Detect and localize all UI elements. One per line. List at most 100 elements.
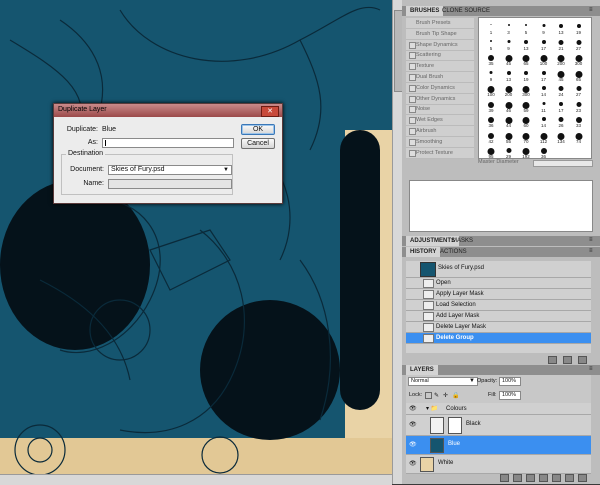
brush-preset[interactable]: 65	[571, 67, 587, 83]
lock-position-icon[interactable]: ✛	[443, 392, 448, 399]
brush-preset[interactable]: 17	[536, 36, 552, 52]
brush-preset[interactable]: 24	[553, 82, 569, 98]
eye-icon[interactable]: 👁	[409, 441, 417, 448]
checkbox[interactable]	[409, 117, 416, 125]
brush-preset[interactable]: 200	[501, 82, 517, 98]
brush-preset[interactable]: 300	[571, 51, 587, 67]
brush-preset[interactable]: 36	[536, 144, 552, 160]
brush-preset[interactable]: 74	[571, 129, 587, 145]
brush-preset[interactable]: 200	[553, 51, 569, 67]
eye-icon[interactable]: 👁	[409, 421, 417, 428]
tab-actions[interactable]: ACTIONS	[436, 247, 471, 257]
panel-menu-icon[interactable]: ≡	[589, 248, 597, 255]
brush-preset[interactable]: 9	[501, 36, 517, 52]
brush-preset[interactable]: 27	[571, 36, 587, 52]
layer-mask-thumbnail[interactable]	[448, 417, 462, 434]
tab-masks[interactable]: MASKS	[448, 236, 477, 246]
brush-preset[interactable]: 55	[501, 129, 517, 145]
layer-row[interactable]: 👁 Black	[406, 415, 591, 436]
checkbox[interactable]	[409, 52, 416, 60]
brush-preset[interactable]: 35	[483, 51, 499, 67]
brush-preset[interactable]: 11	[536, 98, 552, 114]
layer-style-icon[interactable]	[513, 474, 522, 482]
brush-option[interactable]: Other Dynamics	[406, 94, 474, 105]
history-snapshot[interactable]: Skies of Fury.psd	[406, 261, 591, 278]
checkbox[interactable]	[409, 41, 416, 49]
trash-icon[interactable]	[578, 356, 587, 364]
brush-preset[interactable]: 5	[518, 20, 534, 36]
camera-icon[interactable]	[563, 356, 572, 364]
adjustment-layer-icon[interactable]	[539, 474, 548, 482]
layer-row[interactable]: 👁 White	[406, 455, 591, 474]
checkbox[interactable]	[409, 63, 416, 71]
eye-icon[interactable]: 👁	[409, 405, 417, 412]
dialog-titlebar[interactable]: Duplicate Layer ✕	[54, 104, 282, 117]
brush-option[interactable]: Scattering	[406, 50, 474, 62]
brush-preset[interactable]: 36	[483, 113, 499, 129]
tab-clone-source[interactable]: CLONE SOURCE	[438, 6, 494, 16]
brush-preset[interactable]: 29	[501, 144, 517, 160]
history-item[interactable]: Delete Group	[406, 333, 591, 344]
close-icon[interactable]: ✕	[261, 106, 279, 117]
brush-preset[interactable]: 59	[518, 98, 534, 114]
history-item[interactable]: Add Layer Mask	[406, 311, 591, 322]
brush-option[interactable]: Dual Brush	[406, 72, 474, 83]
brush-preset[interactable]: 46	[501, 98, 517, 114]
panel-menu-icon[interactable]: ≡	[589, 366, 597, 373]
panel-menu-icon[interactable]: ≡	[589, 237, 597, 244]
brush-presets-grid[interactable]: 1 3 5 9 13 19 5 9 13 17 21 27 35 45 65 100 200 300 9 13 19 17…	[478, 17, 592, 159]
brush-preset[interactable]: 100	[536, 51, 552, 67]
brush-preset[interactable]: 19	[571, 20, 587, 36]
brush-preset[interactable]: 192	[518, 144, 534, 160]
lock-pixels-icon[interactable]: ✎	[434, 392, 439, 399]
master-diameter-slider[interactable]	[533, 160, 593, 167]
eye-icon[interactable]: 👁	[409, 460, 417, 467]
brush-preset[interactable]: 27	[571, 82, 587, 98]
checkbox[interactable]	[409, 84, 416, 92]
brush-preset[interactable]: 26	[553, 113, 569, 129]
document-canvas[interactable]	[0, 0, 402, 484]
lock-transparency-icon[interactable]	[425, 392, 432, 399]
brush-preset[interactable]: 5	[483, 36, 499, 52]
brush-preset[interactable]: 300	[518, 82, 534, 98]
checkbox[interactable]	[409, 95, 416, 103]
fill-input[interactable]: 100%	[499, 391, 521, 400]
brush-option[interactable]: Smoothing	[406, 137, 474, 148]
layer-group-row[interactable]: 👁 ▾ 📁 Colours	[406, 403, 591, 415]
document-select[interactable]: Skies of Fury.psd ▼	[108, 165, 232, 175]
opacity-input[interactable]: 100%	[499, 377, 521, 386]
panel-menu-icon[interactable]: ≡	[589, 7, 597, 14]
brush-preset[interactable]: 44	[501, 113, 517, 129]
brush-option[interactable]: Color Dynamics	[406, 83, 474, 94]
brush-option[interactable]: Airbrush	[406, 126, 474, 137]
brush-preset[interactable]: 17	[553, 98, 569, 114]
brush-preset[interactable]: 134	[553, 129, 569, 145]
checkbox[interactable]	[409, 128, 416, 135]
new-layer-icon[interactable]	[565, 474, 574, 482]
brush-preset[interactable]: 39	[483, 98, 499, 114]
checkbox[interactable]	[409, 74, 416, 81]
brush-preset[interactable]: 1	[483, 20, 499, 36]
new-document-from-state-icon[interactable]	[548, 356, 557, 364]
brush-preset[interactable]: 60	[518, 113, 534, 129]
brush-option[interactable]: Noise	[406, 104, 474, 116]
history-item[interactable]: Apply Layer Mask	[406, 289, 591, 300]
history-item[interactable]: Load Selection	[406, 300, 591, 311]
brush-option[interactable]: Brush Presets	[406, 18, 474, 29]
folder-icon[interactable]: ▾ 📁	[426, 405, 438, 412]
brush-preset[interactable]: 19	[518, 67, 534, 83]
brush-preset[interactable]: 65	[518, 51, 534, 67]
brush-preset[interactable]: 3	[501, 20, 517, 36]
brush-preset[interactable]: 17	[536, 67, 552, 83]
brush-option[interactable]: Brush Tip Shape	[406, 29, 474, 40]
brush-preset[interactable]: 13	[501, 67, 517, 83]
brush-option[interactable]: Protect Texture	[406, 148, 474, 159]
brush-preset[interactable]: 33	[571, 113, 587, 129]
brush-preset[interactable]: 45	[553, 67, 569, 83]
brush-preset[interactable]: 14	[536, 113, 552, 129]
brush-preset[interactable]: 9	[483, 67, 499, 83]
brush-preset[interactable]: 9	[536, 20, 552, 36]
cancel-button[interactable]: Cancel	[241, 138, 275, 149]
brush-option[interactable]: Texture	[406, 61, 474, 73]
brush-preset[interactable]: 42	[483, 129, 499, 145]
